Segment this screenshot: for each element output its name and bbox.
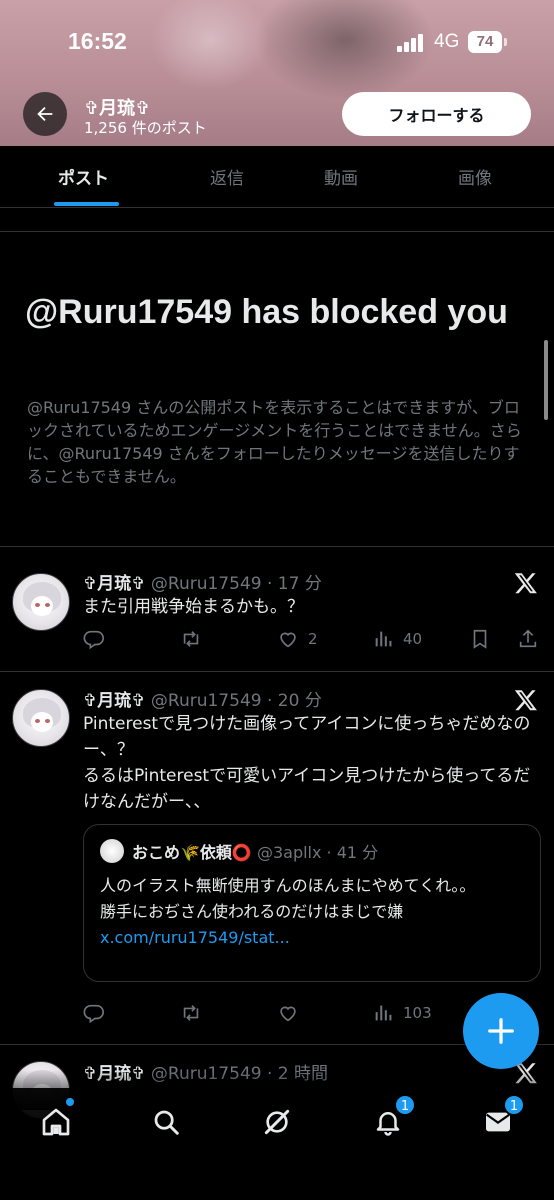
bottom-nav: 1 1 — [0, 1088, 554, 1200]
like-icon — [280, 632, 296, 648]
back-button[interactable] — [23, 92, 67, 136]
follow-button[interactable]: フォローする — [342, 92, 531, 136]
views-icon — [375, 1005, 392, 1021]
nav-search[interactable] — [146, 1102, 186, 1142]
reply-button[interactable] — [83, 628, 105, 650]
battery-icon: 74 — [468, 31, 502, 53]
x-logo-icon — [514, 690, 537, 711]
battery-tip — [504, 38, 507, 46]
like-icon — [280, 1006, 296, 1022]
avatar[interactable] — [12, 689, 70, 747]
tab-replies[interactable]: 返信 — [210, 164, 244, 189]
post-header: ✞月琉✞ @Ruru17549 · 20 分 — [83, 686, 322, 711]
post-actions: 2 40 — [83, 628, 543, 656]
status-bar: 16:52 4G 74 — [0, 0, 554, 84]
repost-button[interactable] — [179, 1002, 203, 1024]
post-text: Pinterestで見つけた画像ってアイコンに使っちゃだめなのー、？ るるはPi… — [83, 714, 531, 812]
nav-grok[interactable] — [257, 1102, 297, 1142]
active-tab-indicator — [54, 202, 119, 206]
compose-plus-icon — [488, 1018, 514, 1044]
post-item[interactable]: ✞月琉✞ @Ruru17549 · 20 分 Pinterestで見つけた画像っ… — [0, 672, 554, 1044]
profile-header-banner: 16:52 4G 74 ✞月琉✞ 1,256 件のポスト フォローする — [0, 0, 554, 146]
post-item[interactable]: ✞月琉✞ @Ruru17549 · 17 分 また引用戦争始まるかも。？ 2 4… — [0, 547, 554, 671]
handle-time: @Ruru17549 · 17 分 — [150, 574, 322, 594]
status-time: 16:52 — [68, 28, 127, 54]
author-name[interactable]: ✞月琉✞ — [83, 574, 146, 594]
tab-videos[interactable]: 動画 — [324, 164, 358, 189]
profile-tabs: ポスト 返信 動画 画像 — [0, 146, 554, 208]
share-button[interactable] — [517, 628, 539, 650]
quoted-header: おこめ🌾依頼⭕ @3apllx · 41 分 — [132, 839, 378, 863]
search-icon — [154, 1110, 179, 1135]
author-name[interactable]: ✞月琉✞ — [83, 691, 146, 711]
bookmark-icon — [473, 629, 487, 649]
like-button[interactable] — [276, 1002, 300, 1024]
repost-icon — [183, 631, 199, 647]
nav-home[interactable] — [36, 1102, 76, 1142]
signal-icon — [397, 34, 427, 52]
reply-icon — [83, 1004, 104, 1024]
views-button[interactable]: 103 — [373, 1002, 432, 1024]
quoted-post[interactable]: おこめ🌾依頼⭕ @3apllx · 41 分 人のイラスト無断使用すんのほんまに… — [83, 824, 541, 982]
home-icon — [42, 1108, 70, 1136]
quoted-text: 人のイラスト無断使用すんのほんまにやめてくれ。。 勝手におぢさん使われるのだけは… — [100, 873, 526, 951]
post-header: ✞月琉✞ @Ruru17549 · 17 分 — [83, 569, 322, 594]
divider — [0, 231, 554, 232]
blocked-title: @Ruru17549 has blocked you — [25, 293, 508, 331]
tab-posts[interactable]: ポスト — [58, 164, 109, 189]
home-unread-dot — [66, 1098, 74, 1106]
grok-icon — [264, 1109, 290, 1135]
repost-icon — [183, 1005, 199, 1021]
view-count: 103 — [403, 1004, 432, 1022]
quoted-author-name: おこめ🌾依頼⭕ — [132, 843, 252, 862]
handle-time: @Ruru17549 · 20 分 — [150, 691, 322, 711]
blocked-description: @Ruru17549 さんの公開ポストを表示することはできますが、ブロックされて… — [27, 398, 522, 486]
reply-icon — [83, 630, 104, 650]
avatar[interactable] — [12, 573, 70, 631]
post-count: 1,256 件のポスト — [84, 119, 207, 137]
back-arrow-icon — [37, 106, 53, 122]
network-type: 4G — [434, 31, 460, 52]
quoted-avatar[interactable] — [100, 839, 124, 863]
quoted-body: 人のイラスト無断使用すんのほんまにやめてくれ。。 勝手におぢさん使われるのだけは… — [100, 876, 476, 921]
tab-images[interactable]: 画像 — [458, 164, 492, 189]
views-icon — [375, 631, 392, 647]
notifications-badge: 1 — [394, 1094, 416, 1116]
bookmark-button[interactable] — [469, 628, 491, 650]
share-icon — [519, 629, 537, 648]
post-text: また引用戦争始まるかも。？ — [83, 597, 304, 617]
repost-button[interactable] — [179, 628, 203, 650]
compose-button[interactable] — [463, 993, 539, 1069]
reply-button[interactable] — [83, 1002, 105, 1024]
view-count: 40 — [403, 630, 423, 648]
scrollbar[interactable] — [544, 340, 548, 420]
views-button[interactable]: 40 — [373, 628, 422, 650]
x-logo-icon — [514, 573, 537, 594]
like-button[interactable]: 2 — [276, 628, 318, 650]
messages-badge: 1 — [503, 1094, 525, 1116]
like-count: 2 — [308, 630, 318, 648]
quoted-handle-time: @3apllx · 41 分 — [256, 843, 379, 862]
quoted-link[interactable]: x.com/ruru17549/stat... — [100, 928, 290, 947]
